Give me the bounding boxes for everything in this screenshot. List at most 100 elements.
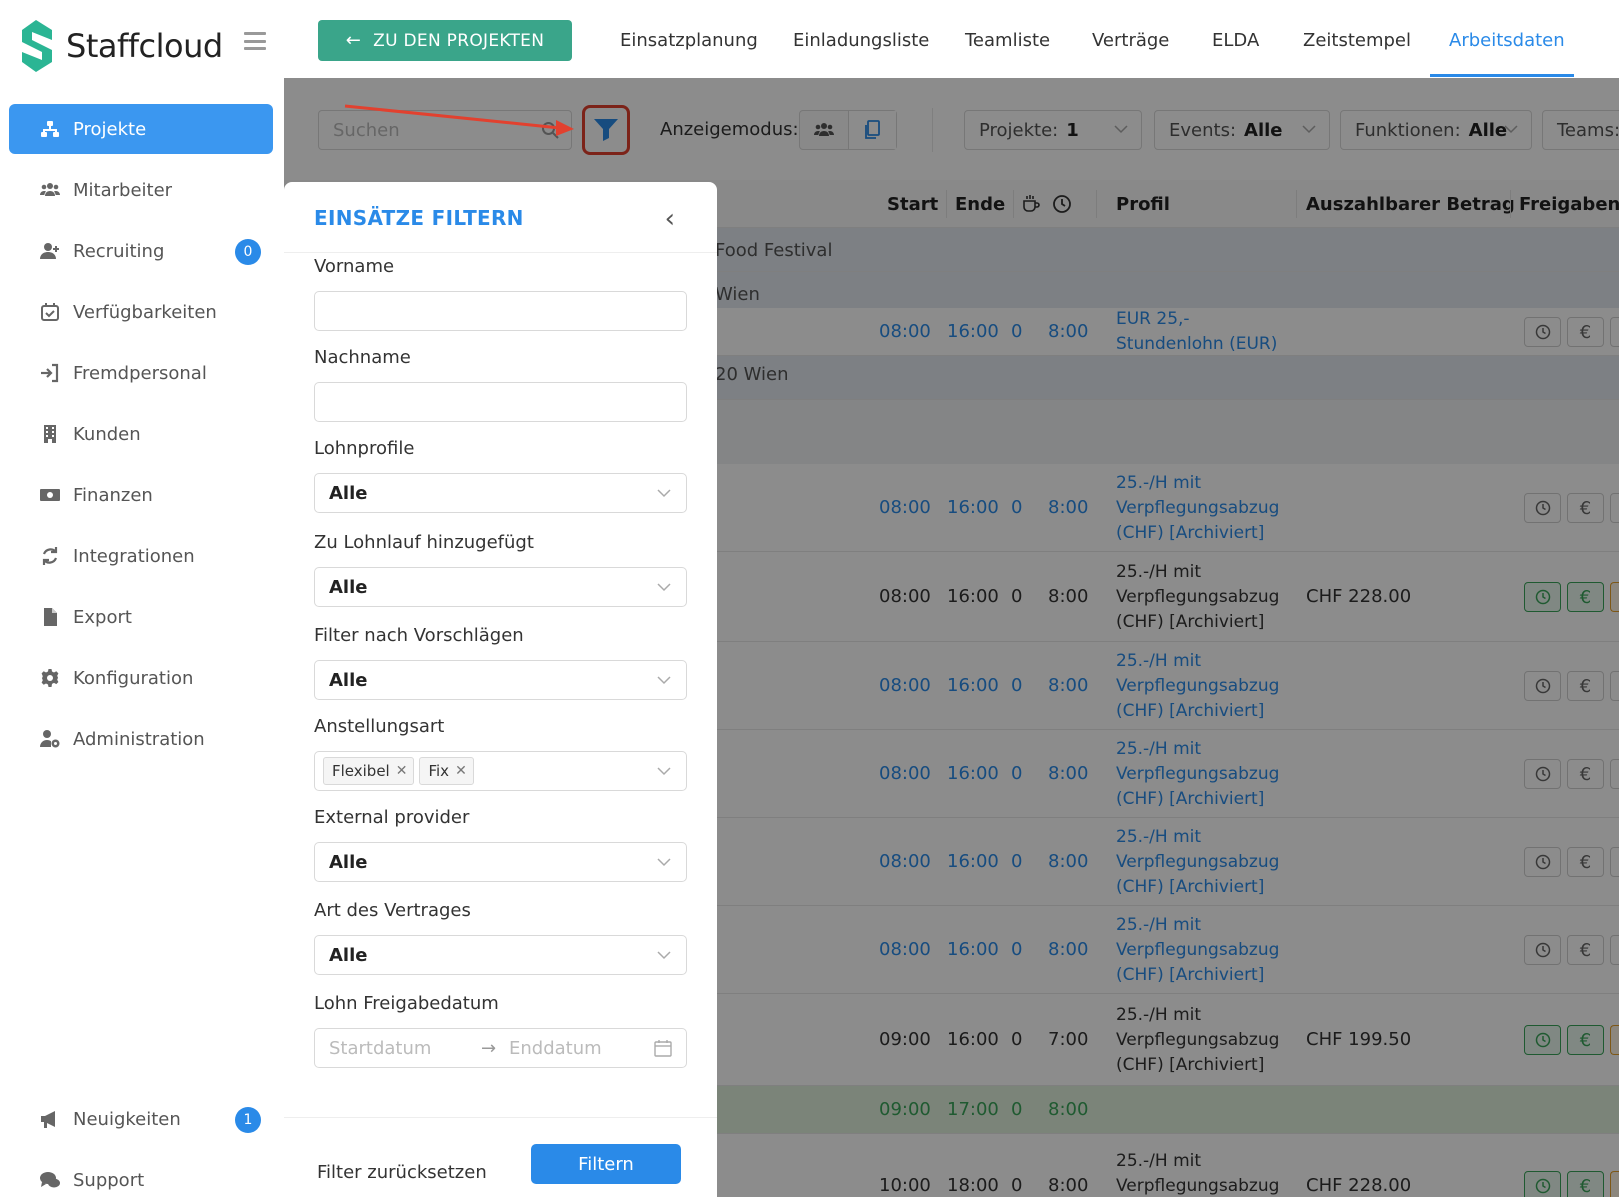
end-date-input[interactable]: Enddatum (509, 1038, 602, 1059)
anstellungsart-multiselect[interactable]: Flexibel ✕ Fix ✕ (314, 751, 687, 791)
reset-filter-button[interactable]: Filter zurücksetzen (317, 1162, 487, 1183)
start-date-input[interactable]: Startdatum (329, 1038, 431, 1059)
sidebar-item-label: Recruiting (73, 240, 165, 262)
comments-icon (39, 1169, 61, 1191)
sidebar-item-support[interactable]: Support (9, 1155, 273, 1197)
sidebar-item-label: Projekte (73, 118, 147, 140)
sidebar-item-label: Neuigkeiten (73, 1108, 181, 1130)
chevron-down-icon (657, 858, 671, 867)
lohnprofile-select[interactable]: Alle (314, 473, 687, 513)
tab-elda[interactable]: ELDA (1212, 30, 1259, 51)
sitemap-icon (39, 118, 61, 140)
menu-toggle-icon[interactable] (244, 32, 266, 50)
sidebar-item-label: Mitarbeiter (73, 179, 173, 201)
sidebar-nav: Projekte Mitarbeiter Recruiting 0 Verfüg… (9, 104, 273, 775)
drawer-title: EINSÄTZE FILTERN (314, 206, 524, 230)
sidebar-item-fremdpersonal[interactable]: Fremdpersonal (9, 348, 273, 398)
file-icon (39, 606, 61, 628)
sidebar-item-projekte[interactable]: Projekte (9, 104, 273, 154)
user-plus-icon (39, 240, 61, 262)
tag-fix: Fix ✕ (419, 757, 474, 785)
sidebar-item-label: Konfiguration (73, 667, 194, 689)
freigabedatum-label: Lohn Freigabedatum (314, 993, 499, 1014)
remove-tag-icon[interactable]: ✕ (455, 763, 467, 779)
anstellungsart-label: Anstellungsart (314, 716, 445, 737)
sidebar-item-finanzen[interactable]: Finanzen (9, 470, 273, 520)
lohnprofile-label: Lohnprofile (314, 438, 415, 459)
tab-teamliste[interactable]: Teamliste (965, 30, 1050, 51)
user-cog-icon (39, 728, 61, 750)
recruiting-badge: 0 (235, 239, 261, 265)
sidebar-item-label: Verfügbarkeiten (73, 301, 217, 323)
sidebar-item-verfuegbarkeiten[interactable]: Verfügbarkeiten (9, 287, 273, 337)
select-value: Alle (329, 851, 368, 873)
lohnlauf-label: Zu Lohnlauf hinzugefügt (314, 532, 534, 553)
tab-vertraege[interactable]: Verträge (1092, 30, 1169, 51)
sidebar-item-mitarbeiter[interactable]: Mitarbeiter (9, 165, 273, 215)
select-value: Alle (329, 669, 368, 691)
vertrag-label: Art des Vertrages (314, 900, 471, 921)
tab-einsatzplanung[interactable]: Einsatzplanung (620, 30, 758, 51)
external-provider-select[interactable]: Alle (314, 842, 687, 882)
back-button-label: ZU DEN PROJEKTEN (373, 30, 545, 51)
chevron-down-icon (657, 583, 671, 592)
tab-einladungsliste[interactable]: Einladungsliste (793, 30, 929, 51)
sidebar-item-label: Kunden (73, 423, 141, 445)
tab-zeitstempel[interactable]: Zeitstempel (1303, 30, 1411, 51)
nachname-input[interactable] (314, 382, 687, 422)
news-badge: 1 (235, 1107, 261, 1133)
chevron-down-icon (657, 676, 671, 685)
select-value: Alle (329, 944, 368, 966)
vorname-label: Vorname (314, 256, 395, 277)
sidebar-item-kunden[interactable]: Kunden (9, 409, 273, 459)
money-icon (39, 484, 61, 506)
sidebar-item-label: Administration (73, 728, 205, 750)
vorschlaege-label: Filter nach Vorschlägen (314, 625, 524, 646)
sidebar-item-label: Export (73, 606, 132, 628)
sidebar-item-export[interactable]: Export (9, 592, 273, 642)
top-bar: ← ZU DEN PROJEKTEN (284, 0, 1619, 78)
calendar-icon (654, 1040, 672, 1057)
select-value: Alle (329, 482, 368, 504)
drawer-divider (284, 252, 717, 253)
sidebar-item-recruiting[interactable]: Recruiting 0 (9, 226, 273, 276)
chevron-down-icon (657, 767, 671, 776)
tag-label: Fix (428, 762, 450, 780)
building-icon (39, 423, 61, 445)
sync-icon (39, 545, 61, 567)
sidebar-item-integrationen[interactable]: Integrationen (9, 531, 273, 581)
arrow-right-icon: → (481, 1037, 497, 1059)
brand-name: Staffcloud (66, 27, 223, 65)
filter-drawer: EINSÄTZE FILTERN ‹ Vorname Nachname Lohn… (284, 182, 717, 1197)
sidebar-item-konfiguration[interactable]: Konfiguration (9, 653, 273, 703)
staffcloud-logo-icon (22, 20, 52, 72)
gear-icon (39, 667, 61, 689)
vorname-input[interactable] (314, 291, 687, 331)
sidebar-item-neuigkeiten[interactable]: Neuigkeiten 1 (9, 1094, 273, 1144)
sidebar-bottom: Neuigkeiten 1 Support (9, 1094, 273, 1197)
sidebar-item-label: Support (73, 1169, 145, 1191)
calendar-check-icon (39, 301, 61, 323)
sidebar-item-label: Integrationen (73, 545, 195, 567)
users-icon (39, 179, 61, 201)
drawer-footer-divider (284, 1117, 717, 1118)
vertrag-select[interactable]: Alle (314, 935, 687, 975)
remove-tag-icon[interactable]: ✕ (396, 763, 408, 779)
megaphone-icon (39, 1108, 61, 1130)
sign-in-icon (39, 362, 61, 384)
nachname-label: Nachname (314, 347, 411, 368)
external-provider-label: External provider (314, 807, 470, 828)
tab-arbeitsdaten[interactable]: Arbeitsdaten (1449, 30, 1565, 51)
active-tab-indicator (1430, 74, 1574, 77)
lohnlauf-select[interactable]: Alle (314, 567, 687, 607)
tag-flexibel: Flexibel ✕ (323, 757, 415, 785)
back-to-projects-button[interactable]: ← ZU DEN PROJEKTEN (318, 20, 572, 61)
apply-filter-button[interactable]: Filtern (531, 1144, 681, 1184)
vorschlaege-select[interactable]: Alle (314, 660, 687, 700)
collapse-chevron-left-icon[interactable]: ‹ (665, 204, 675, 234)
sidebar-item-administration[interactable]: Administration (9, 714, 273, 764)
select-value: Alle (329, 576, 368, 598)
logo[interactable]: Staffcloud (18, 18, 223, 74)
freigabedatum-range[interactable]: Startdatum → Enddatum (314, 1028, 687, 1068)
chevron-down-icon (657, 951, 671, 960)
